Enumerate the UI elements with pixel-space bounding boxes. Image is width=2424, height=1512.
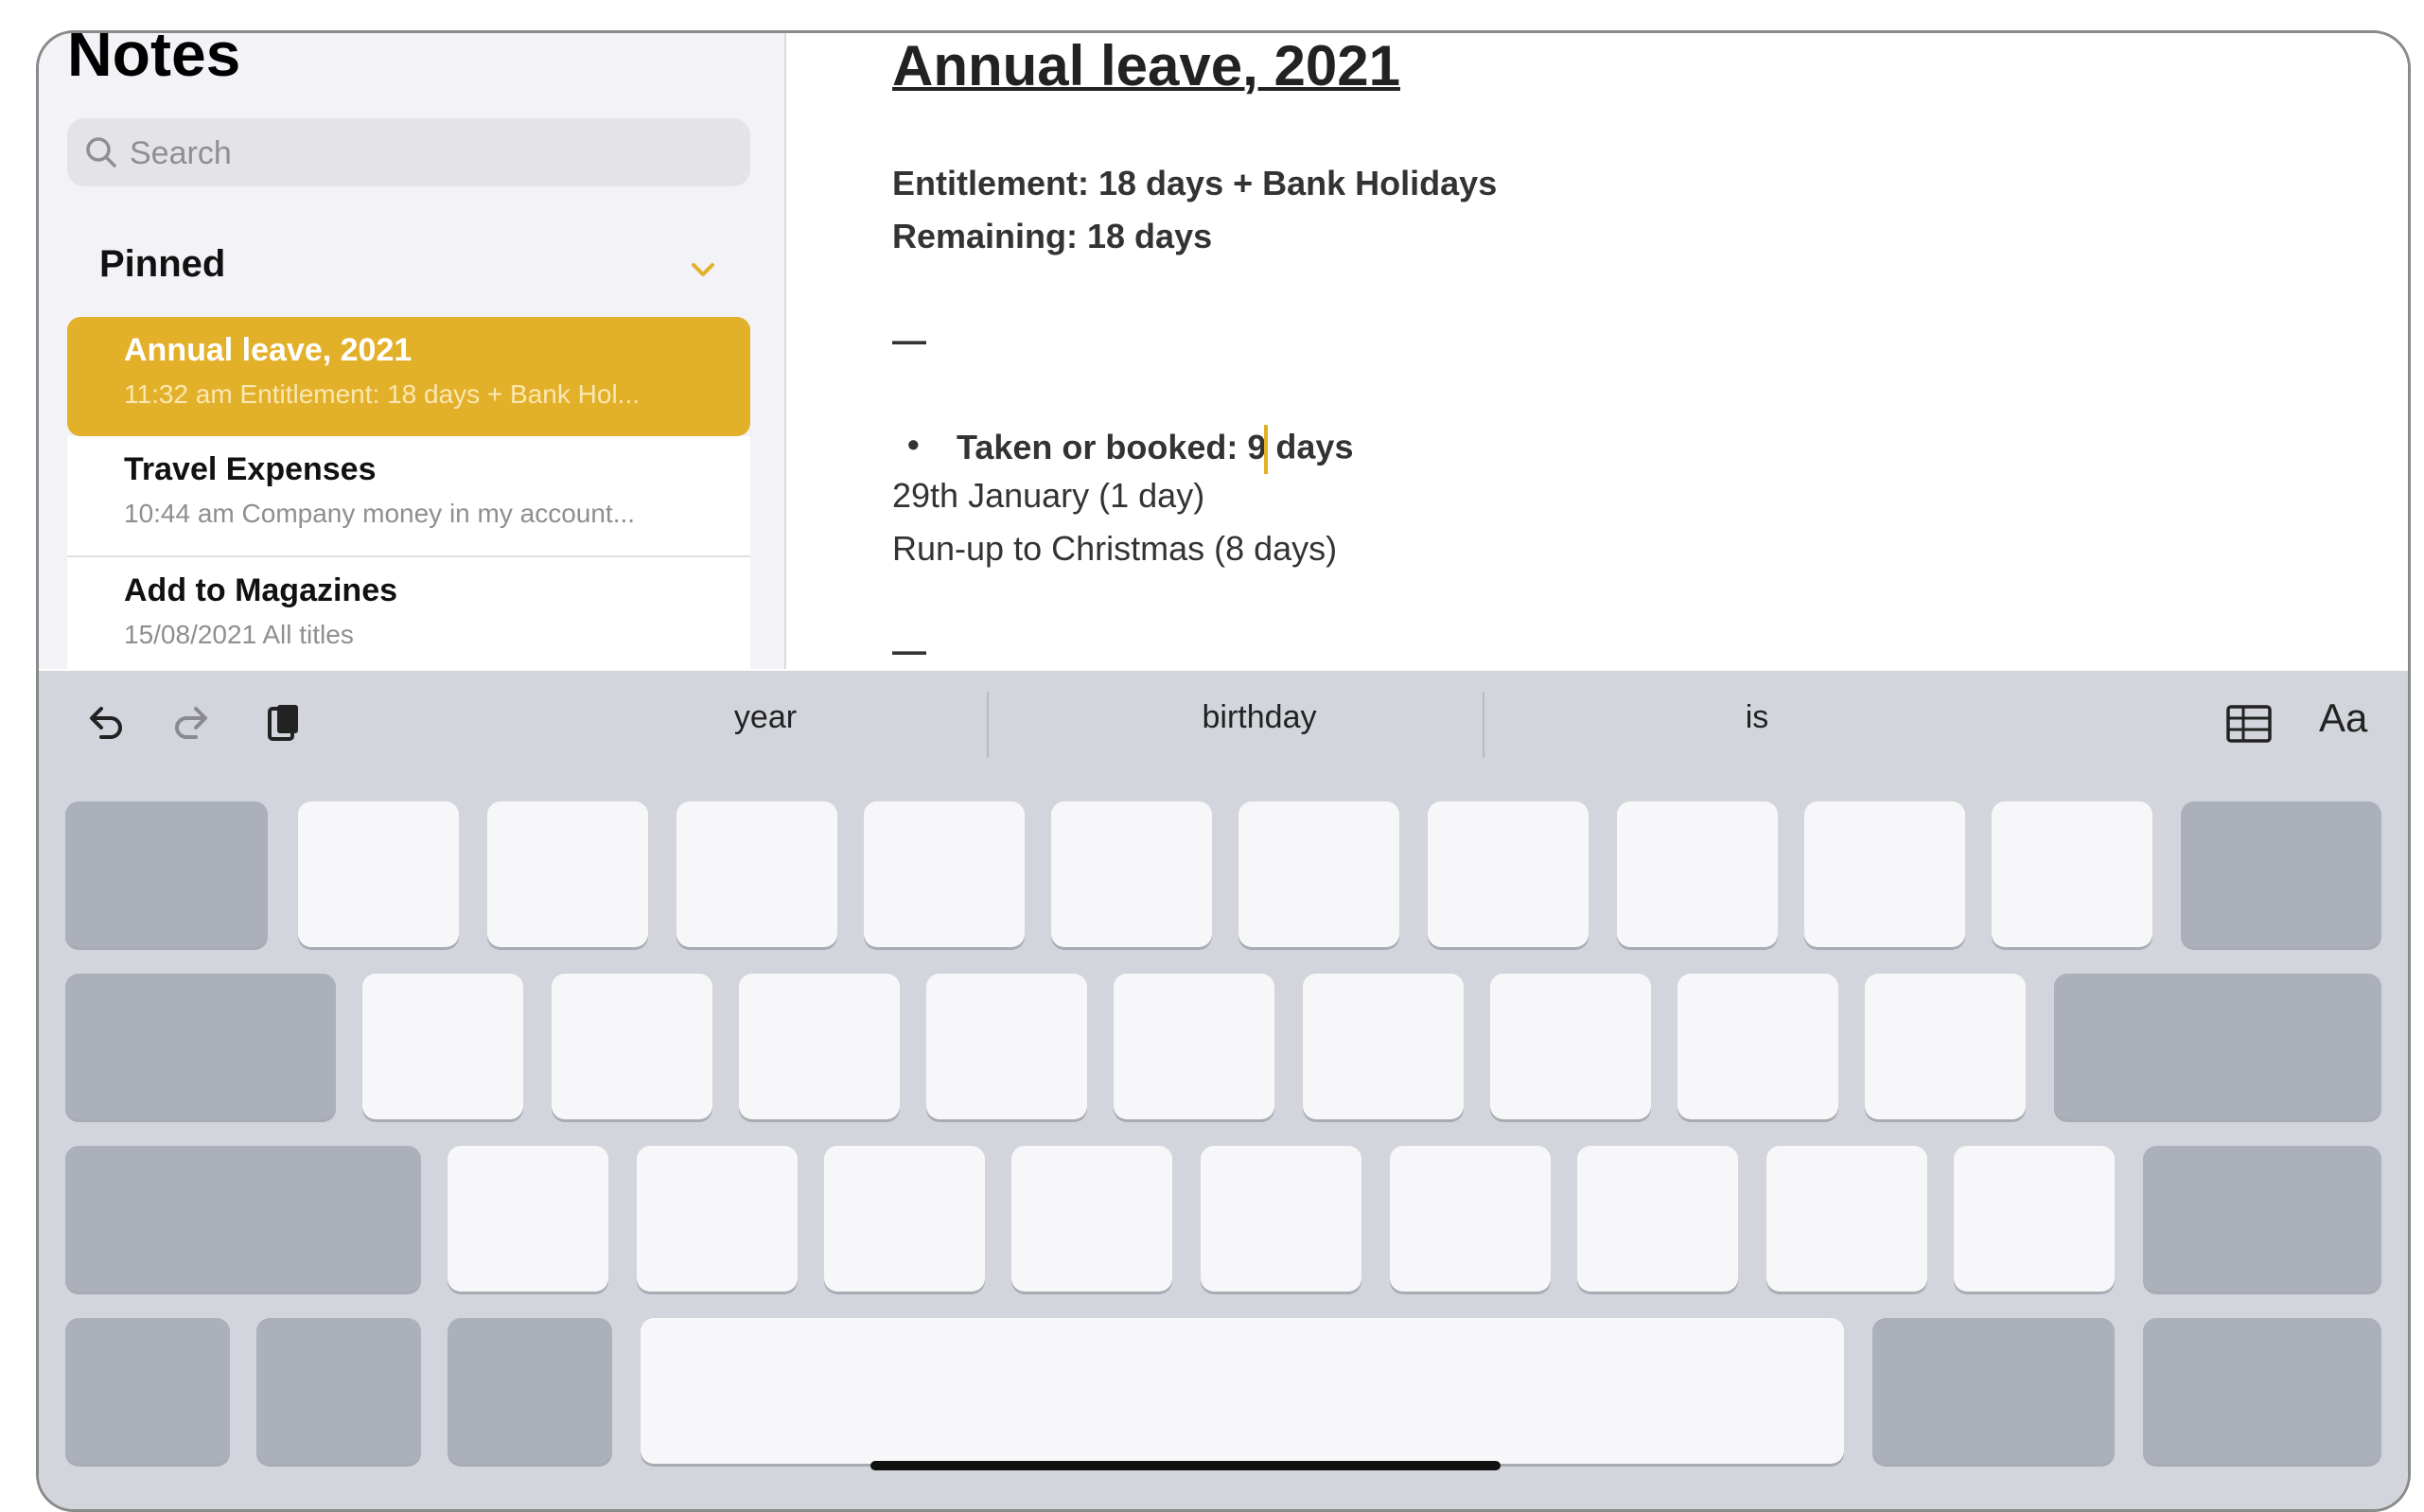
key[interactable]	[1390, 1146, 1551, 1292]
key-tab[interactable]	[65, 801, 268, 947]
note-title: Annual leave, 2021	[124, 332, 413, 368]
key[interactable]	[1954, 1146, 2115, 1292]
key[interactable]	[448, 1146, 608, 1292]
key-delete[interactable]	[2181, 801, 2381, 947]
note-preview: 10:44 am Company money in my account...	[124, 499, 636, 528]
key[interactable]	[1303, 974, 1464, 1119]
key-number-toggle[interactable]	[65, 1318, 230, 1464]
key-shift-left[interactable]	[65, 1146, 421, 1292]
key[interactable]	[1238, 801, 1399, 947]
suggestion-divider	[1483, 692, 1484, 758]
key-number-toggle-right[interactable]	[1872, 1318, 2115, 1464]
note-editor[interactable]: Annual leave, 2021 Entitlement: 18 days …	[786, 33, 2408, 670]
keyboard-shortcut-bar: year birthday is Aa	[39, 671, 2408, 782]
key[interactable]	[1766, 1146, 1927, 1292]
key-shift-right[interactable]	[2143, 1146, 2381, 1292]
key[interactable]	[298, 801, 459, 947]
separator-dash: —	[892, 321, 926, 360]
key[interactable]	[1992, 801, 2152, 947]
key-return[interactable]	[2054, 974, 2381, 1119]
key[interactable]	[1677, 974, 1838, 1119]
key[interactable]	[864, 801, 1025, 947]
undo-icon[interactable]	[80, 699, 130, 748]
paste-icon[interactable]	[258, 699, 307, 748]
key[interactable]	[926, 974, 1087, 1119]
note-item-add-to-magazines[interactable]: Add to Magazines 15/08/2021 All titles	[67, 557, 750, 678]
key[interactable]	[362, 974, 523, 1119]
chevron-down-icon[interactable]	[686, 253, 720, 287]
key[interactable]	[739, 974, 900, 1119]
pinned-note-list: Annual leave, 2021 11:32 am Entitlement:…	[67, 317, 750, 678]
note-preview: 15/08/2021 All titles	[124, 620, 354, 649]
onscreen-keyboard: year birthday is Aa	[39, 671, 2408, 1509]
entitlement-line[interactable]: Entitlement: 18 days + Bank Holidays	[892, 164, 1497, 203]
leave-entry-1[interactable]: 29th January (1 day)	[892, 476, 1204, 516]
bullet-text-after-cursor: days	[1266, 427, 1354, 466]
note-title: Add to Magazines	[124, 572, 398, 608]
key-globe[interactable]	[256, 1318, 421, 1464]
key[interactable]	[637, 1146, 798, 1292]
key-dictation[interactable]	[448, 1318, 612, 1464]
key[interactable]	[552, 974, 712, 1119]
key-caps-lock[interactable]	[65, 974, 336, 1119]
suggestion-2[interactable]: birthday	[1013, 699, 1505, 736]
note-heading[interactable]: Annual leave, 2021	[892, 33, 1400, 98]
table-icon[interactable]	[2224, 699, 2274, 748]
notes-sidebar: Notes Search Pinned Annual leave, 2021 1…	[39, 30, 786, 678]
search-placeholder: Search	[130, 135, 232, 171]
key[interactable]	[676, 801, 837, 947]
key[interactable]	[1114, 974, 1274, 1119]
key[interactable]	[824, 1146, 985, 1292]
key[interactable]	[1577, 1146, 1738, 1292]
suggestion-3[interactable]: is	[1511, 699, 2003, 736]
key[interactable]	[1428, 801, 1589, 947]
search-icon	[86, 137, 116, 167]
key[interactable]	[1490, 974, 1651, 1119]
note-preview: 11:32 am Entitlement: 18 days + Bank Hol…	[124, 379, 641, 409]
key-space[interactable]	[641, 1318, 1844, 1464]
bullet-text-before-cursor: Taken or booked: 9	[957, 427, 1267, 466]
redo-icon[interactable]	[167, 699, 217, 748]
suggestion-1[interactable]: year	[519, 699, 1011, 736]
note-item-travel-expenses[interactable]: Travel Expenses 10:44 am Company money i…	[67, 436, 750, 557]
home-indicator[interactable]	[870, 1461, 1501, 1470]
ipad-screen: Notes Search Pinned Annual leave, 2021 1…	[36, 30, 2411, 1512]
key[interactable]	[1804, 801, 1965, 947]
key[interactable]	[1865, 974, 2026, 1119]
key-hide-keyboard[interactable]	[2143, 1318, 2381, 1464]
key[interactable]	[1011, 1146, 1172, 1292]
key[interactable]	[1617, 801, 1778, 947]
search-field[interactable]: Search	[67, 118, 750, 186]
taken-bullet-item[interactable]: Taken or booked: 9 days	[907, 425, 1354, 474]
note-title: Travel Expenses	[124, 451, 377, 487]
remaining-line[interactable]: Remaining: 18 days	[892, 217, 1212, 256]
key[interactable]	[487, 801, 648, 947]
key[interactable]	[1051, 801, 1212, 947]
pinned-section-header: Pinned	[99, 243, 226, 285]
leave-entry-2[interactable]: Run-up to Christmas (8 days)	[892, 529, 1337, 569]
suggestion-divider	[987, 692, 989, 758]
note-item-annual-leave[interactable]: Annual leave, 2021 11:32 am Entitlement:…	[67, 317, 750, 436]
app-title: Notes	[67, 30, 241, 89]
separator-dash: —	[892, 631, 926, 670]
text-format-button[interactable]: Aa	[2319, 695, 2367, 741]
key[interactable]	[1201, 1146, 1361, 1292]
